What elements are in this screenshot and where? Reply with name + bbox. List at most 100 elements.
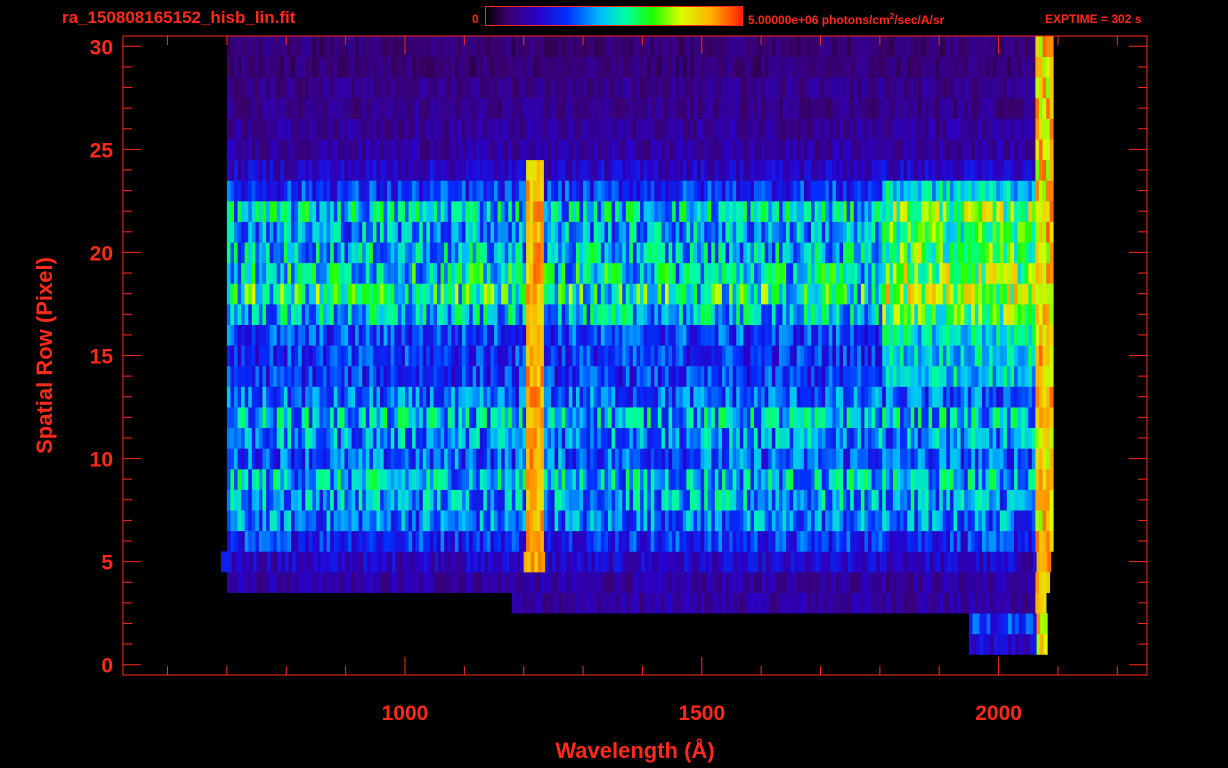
heatmap-cell: [347, 468, 352, 490]
heatmap-cell: [914, 365, 919, 387]
heatmap-cell: [636, 407, 641, 429]
heatmap-cell: [422, 324, 427, 346]
heatmap-cell: [885, 324, 890, 346]
heatmap-cell: [308, 324, 313, 346]
heatmap-cell: [672, 303, 677, 325]
heatmap-cell: [882, 592, 887, 614]
heatmap-cell: [996, 510, 1001, 532]
heatmap-cell: [636, 200, 641, 222]
heatmap-cell: [476, 180, 481, 202]
heatmap-cell: [607, 407, 612, 429]
heatmap-cell: [237, 407, 242, 429]
heatmap-cell: [533, 200, 538, 222]
heatmap-cell: [365, 303, 370, 325]
heatmap-cell: [1021, 200, 1026, 222]
heatmap-cell: [433, 510, 438, 532]
heatmap-cell: [422, 510, 427, 532]
heatmap-cell: [882, 180, 887, 202]
heatmap-cell: [657, 427, 662, 449]
heatmap-cell: [778, 262, 783, 284]
heatmap-cell: [298, 303, 303, 325]
heatmap-cell: [803, 530, 808, 552]
heatmap-cell: [241, 242, 246, 264]
heatmap-cell: [640, 448, 645, 470]
heatmap-cell: [805, 551, 810, 573]
heatmap-cell: [347, 324, 352, 346]
heatmap-cell: [390, 386, 395, 408]
heatmap-cell: [936, 551, 941, 573]
heatmap-cell: [543, 283, 548, 305]
heatmap-cell: [522, 510, 527, 532]
heatmap-cell: [764, 200, 769, 222]
heatmap-cell: [454, 510, 459, 532]
heatmap-cell: [828, 386, 833, 408]
heatmap-cell: [867, 448, 872, 470]
heatmap-cell: [789, 386, 794, 408]
heatmap-cell: [228, 551, 233, 573]
heatmap-cell: [864, 468, 869, 490]
heatmap-cell: [935, 468, 940, 490]
heatmap-cell: [625, 530, 630, 552]
heatmap-cell: [789, 345, 794, 367]
heatmap-cell: [554, 221, 559, 243]
heatmap-cell: [1035, 221, 1040, 243]
heatmap-cell: [960, 345, 965, 367]
heatmap-cell: [853, 407, 858, 429]
heatmap-cell: [529, 427, 534, 449]
heatmap-cell: [864, 200, 869, 222]
heatmap-cell: [461, 283, 466, 305]
heatmap-cell: [632, 510, 637, 532]
heatmap-cell: [575, 427, 580, 449]
heatmap-cell: [294, 365, 299, 387]
heatmap-cell: [551, 324, 555, 346]
heatmap-cell: [237, 427, 242, 449]
heatmap-cell: [351, 324, 356, 346]
heatmap-cell: [996, 180, 1001, 202]
heatmap-cell: [1010, 200, 1015, 222]
heatmap-cell: [622, 221, 627, 243]
heatmap-cell: [978, 571, 983, 593]
heatmap-cell: [607, 510, 612, 532]
heatmap-cell: [615, 468, 620, 490]
heatmap-cell: [1038, 200, 1043, 222]
heatmap-cell: [408, 283, 413, 305]
heatmap-cell: [1031, 283, 1036, 305]
heatmap-cell: [864, 427, 869, 449]
heatmap-cell: [490, 242, 495, 264]
heatmap-cell: [1049, 200, 1054, 222]
heatmap-cell: [486, 345, 491, 367]
heatmap-cell: [811, 262, 815, 284]
heatmap-cell: [461, 159, 466, 181]
heatmap-cell: [640, 407, 645, 429]
heatmap-cell: [1010, 324, 1015, 346]
heatmap-cell: [290, 303, 295, 325]
heatmap-cell: [590, 159, 595, 181]
heatmap-cell: [355, 262, 360, 284]
heatmap-cell: [543, 510, 548, 532]
heatmap-cell: [355, 303, 360, 325]
heatmap-cell: [551, 407, 555, 429]
heatmap-cell: [1024, 345, 1029, 367]
heatmap-cell: [337, 303, 342, 325]
heatmap-cell: [429, 407, 434, 429]
heatmap-cell: [786, 242, 791, 264]
heatmap-cell: [622, 489, 627, 511]
heatmap-cell: [964, 303, 969, 325]
heatmap-cell: [882, 200, 887, 222]
heatmap-cell: [953, 221, 958, 243]
heatmap-cell: [575, 365, 580, 387]
heatmap-cell: [946, 592, 951, 614]
heatmap-cell: [604, 448, 609, 470]
heatmap-cell: [262, 242, 267, 264]
heatmap-cell: [910, 530, 915, 552]
heatmap-cell: [946, 386, 951, 408]
heatmap-cell: [401, 468, 406, 490]
heatmap-cell: [939, 448, 944, 470]
heatmap-cell: [1035, 510, 1040, 532]
heatmap-cell: [736, 180, 741, 202]
heatmap-cell: [340, 510, 345, 532]
heatmap-cell: [501, 221, 506, 243]
heatmap-cell: [967, 592, 972, 614]
heatmap-cell: [860, 365, 865, 387]
heatmap-cell: [828, 592, 833, 614]
